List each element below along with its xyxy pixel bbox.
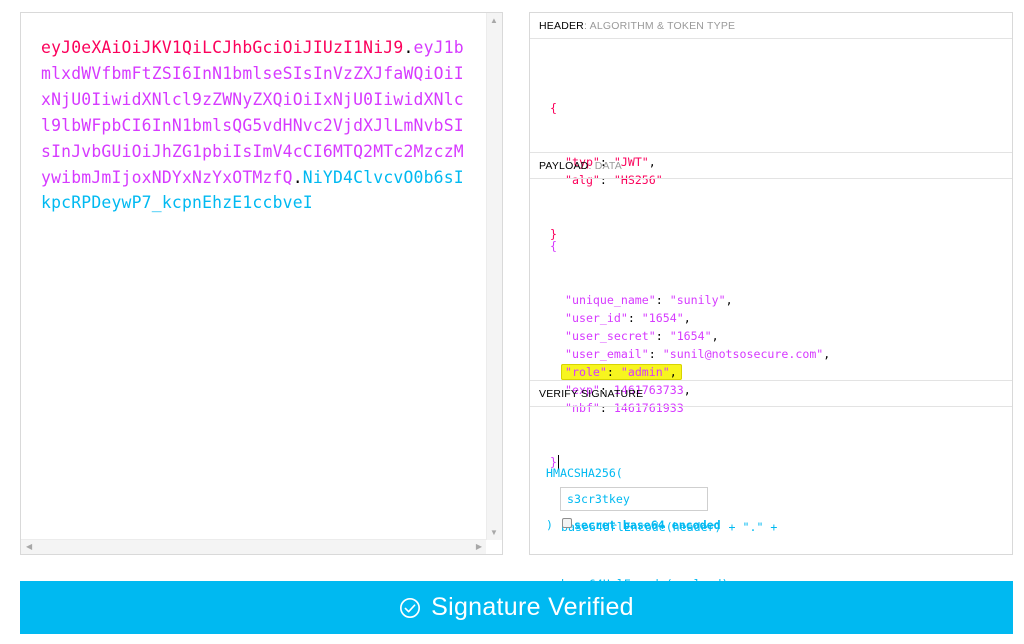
vertical-scrollbar[interactable]: ▲ ▼ xyxy=(486,13,502,541)
payload-field-sep: : xyxy=(655,293,670,307)
payload-title: PAYLOAD xyxy=(539,160,589,172)
horizontal-scrollbar[interactable]: ◀ ▶ xyxy=(21,539,487,554)
scroll-right-arrow-icon[interactable]: ▶ xyxy=(476,543,482,551)
encoded-token-panel[interactable]: eyJ0eXAiOiJKV1QiLCJhbGciOiJIUzI1NiJ9.eyJ… xyxy=(20,12,503,555)
payload-field-row: "unique_name": "sunily", xyxy=(550,291,830,309)
decoded-panel: HEADER: ALGORITHM & TOKEN TYPE { "typ": … xyxy=(529,12,1013,591)
token-header-part: eyJ0eXAiOiJKV1QiLCJhbGciOiJIUzI1NiJ9 xyxy=(41,38,404,57)
payload-field-trail: , xyxy=(711,329,719,343)
payload-field-key: "user_secret" xyxy=(565,329,656,343)
role-field-highlight: "role": "admin", xyxy=(561,364,682,380)
signature-line-1: HMACSHA256( xyxy=(546,466,623,480)
signature-close-paren: ) xyxy=(546,518,553,532)
secret-base64-checkbox[interactable] xyxy=(562,518,572,528)
payload-field-row: "user_id": "1654", xyxy=(550,309,830,327)
payload-field-value: "1654" xyxy=(669,329,712,343)
payload-field-trail: , xyxy=(669,365,677,379)
payload-field-trail: , xyxy=(823,347,831,361)
scroll-left-arrow-icon[interactable]: ◀ xyxy=(26,543,32,551)
payload-field-key: "role" xyxy=(565,365,607,379)
payload-field-value: "1654" xyxy=(641,311,684,325)
payload-field-key: "user_email" xyxy=(565,347,649,361)
payload-section-title: PAYLOAD: DATA xyxy=(530,153,1012,179)
payload-field-value: "sunil@notsosecure.com" xyxy=(662,347,824,361)
payload-field-sep: : xyxy=(648,347,663,361)
payload-field-trail: , xyxy=(725,293,733,307)
signature-verified-label: Signature Verified xyxy=(431,593,634,621)
payload-subtitle: DATA xyxy=(594,160,622,172)
payload-field-key: "user_id" xyxy=(565,311,628,325)
header-open-brace: { xyxy=(550,101,557,115)
payload-open-brace: { xyxy=(550,239,557,253)
payload-field-row: "user_secret": "1654", xyxy=(550,327,830,345)
token-payload-part: eyJ1bmlxdWVfbmFtZSI6InN1bmlseSIsInVzZXJf… xyxy=(41,38,464,187)
payload-field-sep: : xyxy=(606,365,621,379)
payload-field-sep: : xyxy=(655,329,670,343)
header-subtitle: ALGORITHM & TOKEN TYPE xyxy=(589,20,736,32)
payload-field-value: "admin" xyxy=(620,365,670,379)
signature-verified-banner: Signature Verified xyxy=(20,581,1013,634)
payload-field-sep: : xyxy=(627,311,642,325)
payload-field-value: "sunily" xyxy=(669,293,726,307)
payload-field-key: "unique_name" xyxy=(565,293,656,307)
secret-base64-label[interactable]: secret base64 encoded xyxy=(574,516,721,534)
token-dot: . xyxy=(403,38,414,57)
secret-key-input[interactable] xyxy=(560,487,708,511)
payload-field-row: "user_email": "sunil@notsosecure.com", xyxy=(550,345,830,363)
scroll-down-arrow-icon[interactable]: ▼ xyxy=(490,529,498,537)
scroll-up-arrow-icon[interactable]: ▲ xyxy=(490,17,498,25)
encoded-token-text[interactable]: eyJ0eXAiOiJKV1QiLCJhbGciOiJIUzI1NiJ9.eyJ… xyxy=(41,35,471,216)
check-circle-icon xyxy=(400,597,421,618)
scrollbar-corner xyxy=(486,540,502,554)
payload-field-trail: , xyxy=(683,311,691,325)
token-dot: . xyxy=(292,167,303,187)
header-section-title: HEADER: ALGORITHM & TOKEN TYPE xyxy=(530,13,1012,39)
signature-title: VERIFY SIGNATURE xyxy=(539,388,644,400)
header-title: HEADER xyxy=(539,20,584,32)
payload-field-row: "role": "admin", xyxy=(550,363,830,381)
signature-section-title: VERIFY SIGNATURE xyxy=(530,381,1012,407)
